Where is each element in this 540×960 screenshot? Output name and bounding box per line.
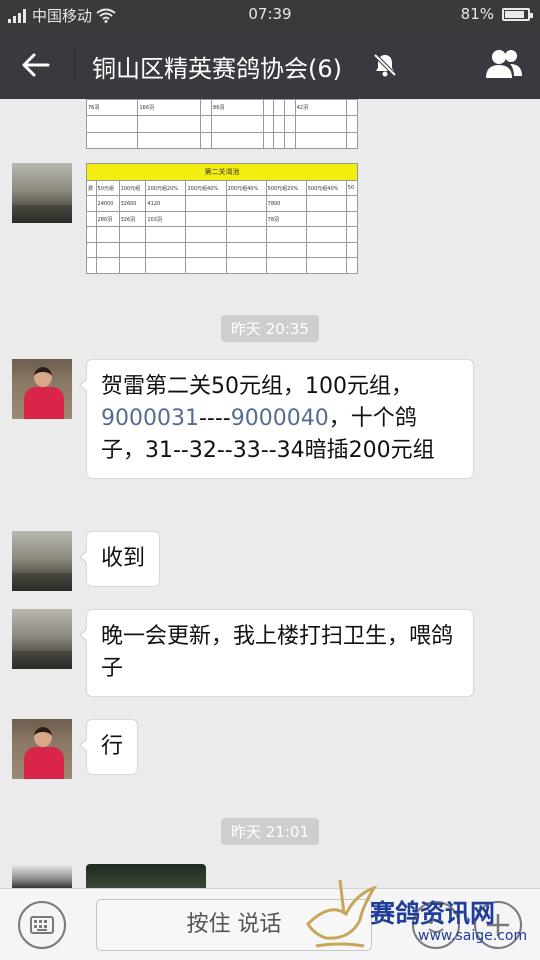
sheet-cell: 24000 xyxy=(95,195,120,212)
sheet-cell: 42羽 xyxy=(294,99,348,117)
keyboard-icon xyxy=(30,916,54,934)
header-divider xyxy=(74,46,75,82)
plus-icon xyxy=(487,914,509,936)
sheet-cell: 7800 xyxy=(265,195,307,212)
message-link[interactable]: 9000040 xyxy=(231,406,329,431)
sheet-cell: 103羽 xyxy=(145,210,187,228)
sheet-header: 200元组20% xyxy=(145,179,187,197)
sheet-cell: 4120 xyxy=(145,195,187,212)
status-bar: 中国移动 07:39 81% xyxy=(0,0,540,30)
sheet-header: 500元组40% xyxy=(305,179,347,197)
sheet-header: 100元组 xyxy=(118,179,147,197)
sheet-table: 76羽 166羽 86羽 42羽 xyxy=(86,99,358,149)
sheet-title: 第二关渴池 xyxy=(86,163,358,181)
sheet-cell xyxy=(283,99,296,117)
message-link[interactable]: 9000031 xyxy=(101,406,199,431)
sheet-cell: 78羽 xyxy=(265,210,307,228)
input-bar: 按住 说话 xyxy=(0,888,540,960)
sheet-cell: 280羽 xyxy=(95,210,120,228)
image-message-thumbnail[interactable] xyxy=(86,864,206,890)
chat-timestamp: 昨天 20:35 xyxy=(221,315,319,342)
avatar[interactable] xyxy=(12,864,72,890)
sheet-cell xyxy=(345,195,358,212)
message-bubble[interactable]: 收到 xyxy=(78,531,161,587)
battery-percent: 81% xyxy=(460,5,494,23)
sheet-cell: 32600 xyxy=(118,195,147,212)
smiley-icon xyxy=(428,920,444,933)
message-bubble[interactable]: 行 xyxy=(78,719,139,775)
sheet-header: 50元组 xyxy=(95,179,120,197)
sheet-table: 第二关渴池 费 50元组 100元组 200元组20% 200元组40% 200… xyxy=(86,163,358,274)
message-text: 贺雷第二关50元组，100元组， xyxy=(101,374,413,399)
more-options-button[interactable] xyxy=(474,901,522,949)
sheet-cell xyxy=(86,210,97,228)
group-members-icon[interactable] xyxy=(484,46,524,82)
sheet-cell: 86羽 xyxy=(211,99,264,117)
sheet-header: 200元组40% xyxy=(225,179,267,197)
sheet-cell: 76羽 xyxy=(86,99,139,117)
sheet-header: 500元组20% xyxy=(265,179,307,197)
mute-bell-icon xyxy=(373,53,397,77)
image-message-sheet-2[interactable]: 第二关渴池 费 50元组 100元组 200元组20% 200元组40% 200… xyxy=(86,163,358,274)
chat-header: 铜山区精英赛鸽协会(6) xyxy=(0,30,540,99)
message-text: 收到 xyxy=(101,546,146,571)
sheet-cell xyxy=(305,195,347,212)
message-text: 晚一会更新，我上楼打扫卫生，喂鸽子 xyxy=(101,624,454,681)
image-message-sheet-1[interactable]: 76羽 166羽 86羽 42羽 xyxy=(86,99,358,149)
message-text: 行 xyxy=(101,734,124,759)
chat-title: 铜山区精英赛鸽协会(6) xyxy=(92,55,342,83)
sheet-cell xyxy=(273,99,285,117)
emoji-button[interactable] xyxy=(412,901,460,949)
sheet-cell: 166羽 xyxy=(137,99,202,117)
sheet-cell xyxy=(262,99,275,117)
sheet-cell xyxy=(225,210,267,228)
sheet-cell xyxy=(345,210,358,228)
sheet-cell xyxy=(185,210,227,228)
sheet-cell xyxy=(200,99,213,117)
sheet-header: 200元组40% xyxy=(185,179,227,197)
avatar[interactable] xyxy=(12,609,72,669)
avatar[interactable] xyxy=(12,531,72,591)
hold-to-talk-button[interactable]: 按住 说话 xyxy=(96,899,372,951)
avatar[interactable] xyxy=(12,719,72,779)
keyboard-toggle-button[interactable] xyxy=(18,901,66,949)
sheet-cell xyxy=(225,195,267,212)
status-time: 07:39 xyxy=(248,5,292,23)
sheet-cell xyxy=(346,99,358,117)
avatar[interactable] xyxy=(12,359,72,419)
sheet-cell xyxy=(86,195,97,212)
battery-icon xyxy=(502,7,533,21)
message-bubble[interactable]: 贺雷第二关50元组，100元组，9000031----9000040，十个鸽子，… xyxy=(79,359,474,479)
avatar[interactable] xyxy=(12,163,72,223)
chat-timestamp: 昨天 21:01 xyxy=(221,818,319,845)
sheet-header: 费 xyxy=(86,179,97,197)
sheet-cell xyxy=(185,195,227,212)
sheet-cell xyxy=(305,210,347,228)
sheet-cell: 326羽 xyxy=(118,210,147,228)
message-text: ---- xyxy=(198,406,231,431)
message-bubble[interactable]: 晚一会更新，我上楼打扫卫生，喂鸽子 xyxy=(79,609,474,697)
back-arrow-icon[interactable] xyxy=(18,47,54,83)
sheet-header: 50 xyxy=(345,179,358,197)
